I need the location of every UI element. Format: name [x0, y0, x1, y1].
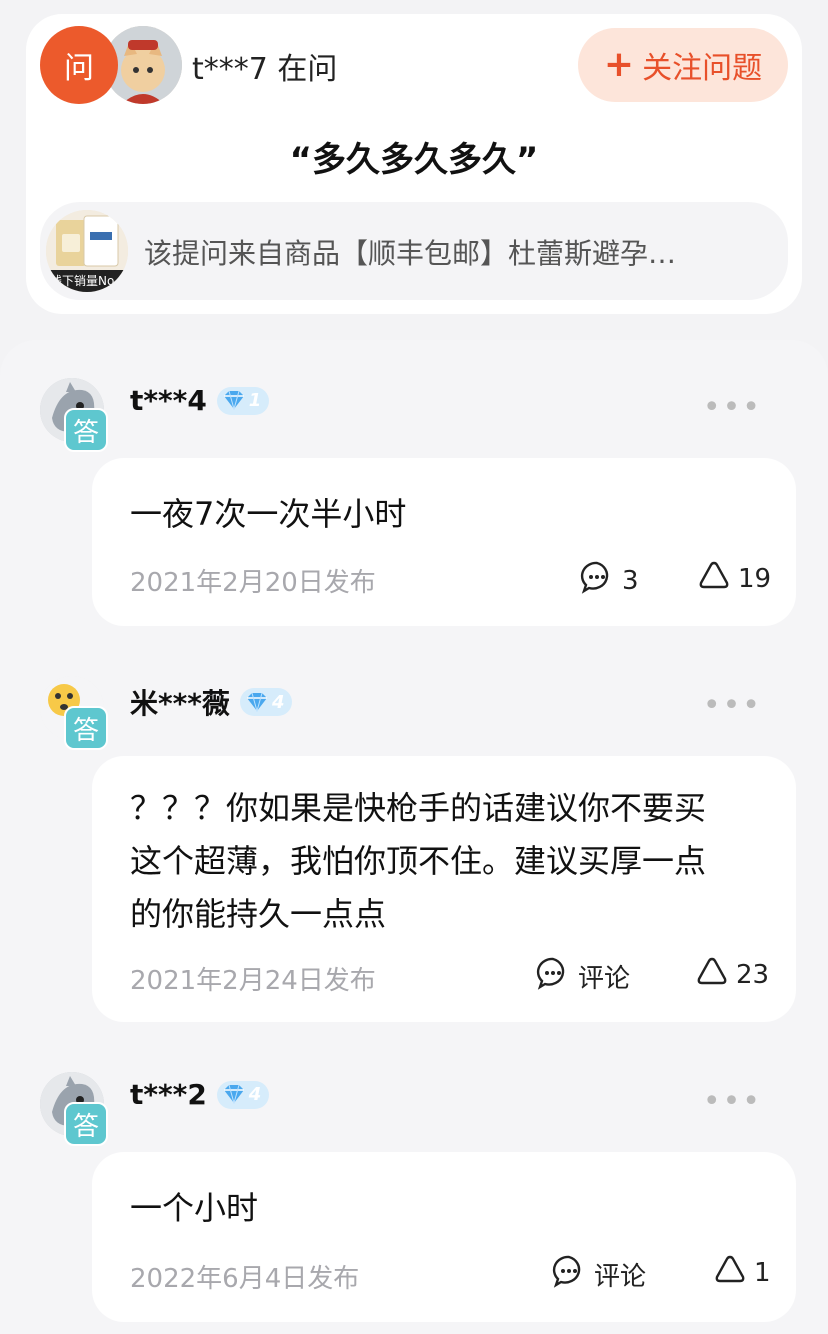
answer-tag: 答 — [64, 1102, 108, 1146]
like-button[interactable]: 1 — [714, 1254, 771, 1291]
like-triangle-icon — [698, 560, 730, 597]
level-number: 4 — [248, 1084, 262, 1105]
like-triangle-icon — [696, 956, 728, 993]
comment-label: 评论 — [578, 964, 631, 994]
comment-bubble-icon — [552, 1254, 586, 1295]
product-thumbnail: 线下销量No — [46, 210, 128, 292]
level-number: 4 — [271, 691, 285, 713]
answer-text-line: 一夜7次一次半小时 — [130, 495, 407, 533]
answerer-name: 米***薇 — [130, 687, 230, 720]
answer-date: 2022年6月4日发布 — [130, 1264, 360, 1294]
answer-card[interactable]: 一个小时 2022年6月4日发布 评论 1 — [92, 1152, 796, 1322]
follow-question-button[interactable]: + 关注问题 — [578, 28, 788, 102]
answer-text: 一夜7次一次半小时 — [130, 488, 406, 541]
comment-button[interactable]: 评论 — [536, 956, 630, 997]
answer-card[interactable]: 一夜7次一次半小时 2021年2月20日发布 3 19 — [92, 458, 796, 626]
level-badge: 4 — [239, 686, 293, 719]
like-button[interactable]: 23 — [696, 956, 769, 993]
plus-icon: + — [603, 44, 635, 85]
answerer-row: t***4 1 — [130, 384, 270, 417]
more-options-icon[interactable]: ••• — [703, 1084, 762, 1119]
comment-bubble-icon — [536, 956, 570, 997]
follow-label: 关注问题 — [642, 51, 763, 86]
answer-date: 2021年2月24日发布 — [130, 966, 376, 996]
answer-tag: 答 — [64, 408, 108, 452]
like-count: 23 — [736, 959, 770, 990]
like-button[interactable]: 19 — [698, 560, 771, 597]
like-triangle-icon — [714, 1254, 746, 1291]
question-title: “多久多久多久” — [289, 140, 539, 180]
comment-button[interactable]: 3 — [580, 560, 639, 601]
answer-text: 一个小时 — [130, 1182, 258, 1235]
answer-date: 2021年2月20日发布 — [130, 568, 376, 598]
like-count: 1 — [754, 1257, 771, 1288]
question-badge: 问 — [40, 26, 118, 104]
answer-text: ？？？你如果是快枪手的话建议你不要买 这个超薄，我怕你顶不住。建议买厚一点 的你… — [130, 782, 706, 941]
answer-text-line: ？？？你如果是快枪手的话建议你不要买 — [130, 789, 707, 827]
product-thumb-caption: 线下销量No — [50, 274, 115, 288]
comment-label: 评论 — [594, 1262, 647, 1292]
answer-text-line: 一个小时 — [130, 1189, 259, 1227]
asker-name: t***7 在问 — [192, 52, 338, 87]
answerer-name: t***2 — [130, 1078, 207, 1111]
comment-count: 3 — [622, 565, 639, 596]
comment-bubble-icon — [580, 560, 614, 601]
product-source-text: 该提问来自商品【顺丰包邮】杜蕾斯避孕… — [144, 237, 677, 270]
answerer-row: t***2 4 — [130, 1078, 270, 1111]
answerer-name: t***4 — [130, 384, 207, 417]
answers-list: 答 t***4 1 ••• 一夜7次一次半小时 2021年2月20日发布 3 1… — [0, 340, 828, 1334]
answer-tag: 答 — [64, 706, 108, 750]
diamond-icon — [221, 384, 247, 417]
like-count: 19 — [738, 563, 772, 594]
diamond-icon — [244, 686, 270, 719]
more-options-icon[interactable]: ••• — [703, 390, 762, 425]
level-badge: 4 — [216, 1078, 270, 1111]
comment-button[interactable]: 评论 — [552, 1254, 646, 1295]
source-product-bar[interactable]: 线下销量No 该提问来自商品【顺丰包邮】杜蕾斯避孕… — [40, 202, 788, 300]
question-card: 问 t***7 在问 + 关注问题 “多久多久多久” 线下销量No 该提问来自商… — [26, 14, 802, 314]
answerer-row: 米***薇 4 — [130, 682, 293, 722]
answer-card[interactable]: ？？？你如果是快枪手的话建议你不要买 这个超薄，我怕你顶不住。建议买厚一点 的你… — [92, 756, 796, 1022]
more-options-icon[interactable]: ••• — [703, 688, 762, 723]
answer-text-line: 的你能持久一点点 — [130, 895, 387, 933]
answer-text-line: 这个超薄，我怕你顶不住。建议买厚一点 — [130, 842, 707, 880]
level-number: 1 — [248, 390, 262, 411]
level-badge: 1 — [216, 384, 270, 417]
diamond-icon — [221, 1078, 247, 1111]
